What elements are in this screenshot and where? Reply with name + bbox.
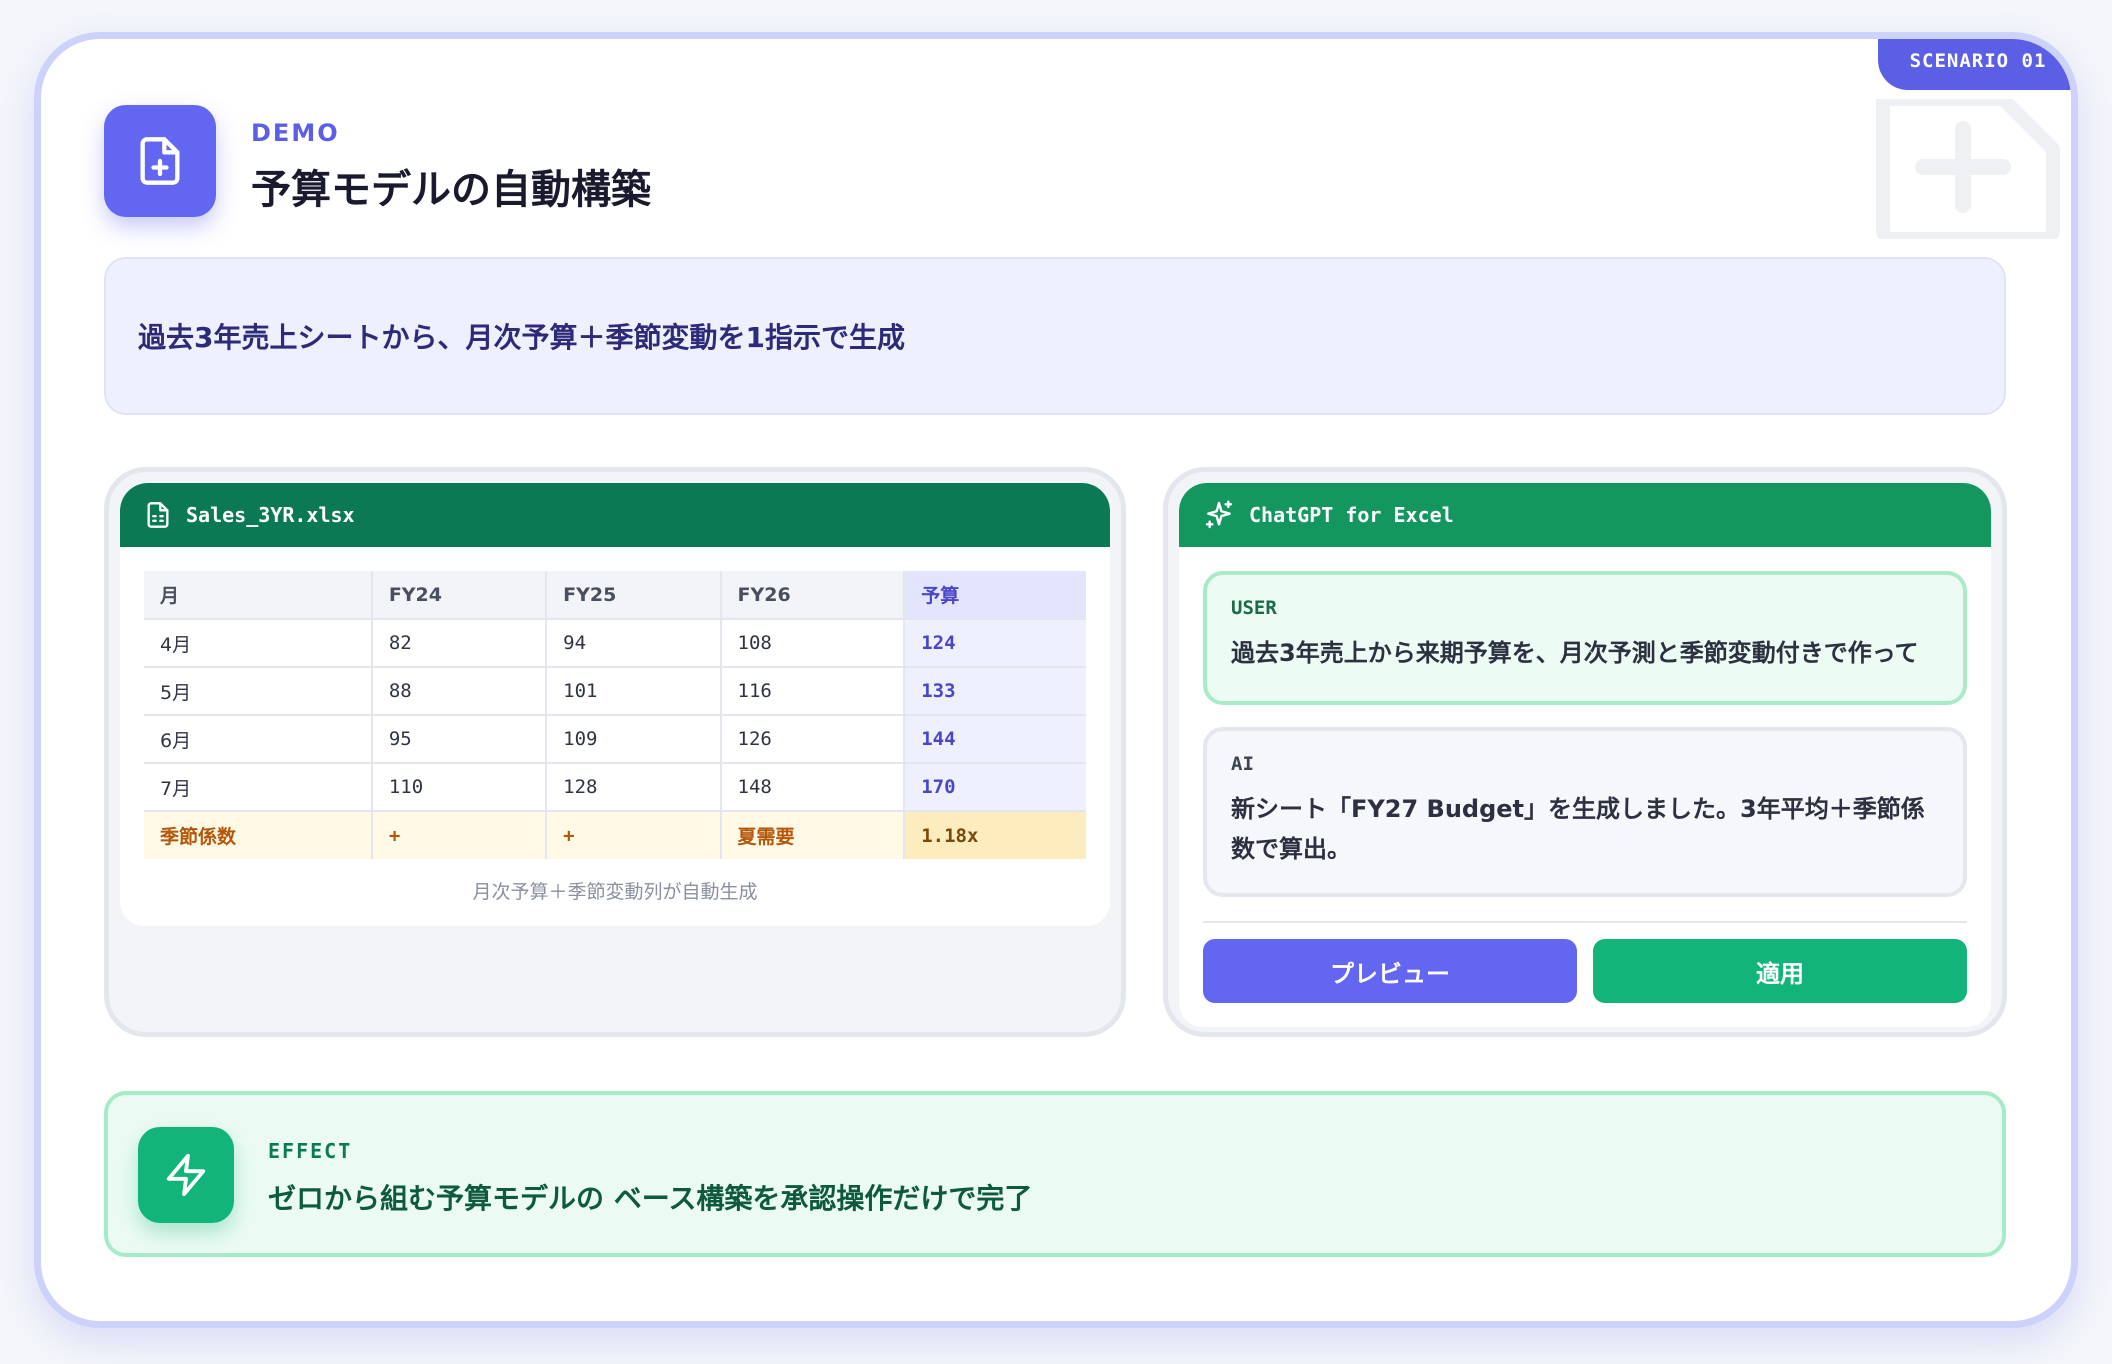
spreadsheet-table: 月 FY24 FY25 FY26 予算 4月 82 94 108 124 5月 … (144, 571, 1086, 859)
table-row: 6月 95 109 126 144 (144, 715, 1086, 764)
table-header-row: 月 FY24 FY25 FY26 予算 (144, 571, 1086, 620)
page-title: 予算モデルの自動構築 (251, 167, 651, 213)
column-header[interactable]: 月 (144, 571, 373, 620)
chat-panel: ChatGPT for Excel USER 過去3年売上から来期予算を、月次予… (1163, 467, 2007, 1037)
eyebrow-label: DEMO (251, 119, 340, 147)
table-row: 4月 82 94 108 124 (144, 619, 1086, 668)
prompt-box: 過去3年売上シートから、月次予算＋季節変動を1指示で生成 (104, 257, 2006, 415)
table-cell[interactable]: 101 (546, 667, 722, 716)
spreadsheet-file-icon (147, 502, 169, 528)
scenario-card: SCENARIO 01 DEMO 予算モデルの自動構築 過去3年売上シートから、… (34, 32, 2078, 1328)
table-cell[interactable]: 6月 (144, 715, 373, 764)
table-cell[interactable]: 109 (546, 715, 722, 764)
table-cell[interactable]: 夏需要 (720, 811, 906, 859)
table-cell[interactable]: 7月 (144, 763, 373, 812)
effect-box: EFFECT ゼロから組む予算モデルの ベース構築を承認操作だけで完了 (104, 1091, 2006, 1257)
user-message: USER 過去3年売上から来期予算を、月次予測と季節変動付きで作って (1203, 571, 1967, 705)
table-cell[interactable]: 82 (371, 619, 548, 668)
lightning-bolt-icon (138, 1127, 234, 1223)
message-role: AI (1231, 753, 1254, 775)
file-plus-icon (104, 105, 216, 217)
scenario-badge: SCENARIO 01 (1878, 39, 2071, 90)
table-cell[interactable]: 116 (720, 667, 906, 716)
preview-button[interactable]: プレビュー (1203, 939, 1577, 1003)
file-plus-watermark-icon (1876, 99, 2060, 239)
table-cell[interactable]: + (546, 811, 722, 859)
spreadsheet-caption: 月次予算＋季節変動列が自動生成 (472, 881, 758, 903)
spreadsheet-header: Sales_3YR.xlsx (120, 483, 1110, 547)
table-cell[interactable]: 4月 (144, 619, 373, 668)
spreadsheet-panel: Sales_3YR.xlsx 月 FY24 FY25 FY26 予算 4月 82 (104, 467, 1126, 1037)
column-header[interactable]: FY24 (371, 571, 548, 620)
table-cell[interactable]: 95 (371, 715, 548, 764)
chat-title: ChatGPT for Excel (1249, 503, 1454, 527)
chat-header: ChatGPT for Excel (1179, 483, 1991, 547)
budget-cell[interactable]: 124 (904, 619, 1086, 668)
column-header-budget[interactable]: 予算 (904, 571, 1086, 620)
column-header[interactable]: FY25 (546, 571, 722, 620)
spreadsheet-file-name: Sales_3YR.xlsx (186, 503, 355, 527)
table-cell[interactable]: 108 (720, 619, 906, 668)
budget-cell[interactable]: 1.18x (904, 811, 1086, 859)
chat-window: ChatGPT for Excel USER 過去3年売上から来期予算を、月次予… (1179, 483, 1991, 1027)
ai-message: AI 新シート「FY27 Budget」を生成しました。3年平均＋季節係数で算出… (1203, 727, 1967, 897)
table-cell[interactable]: 110 (371, 763, 548, 812)
column-header[interactable]: FY26 (720, 571, 906, 620)
season-factor-row: 季節係数 + + 夏需要 1.18x (144, 811, 1086, 859)
effect-label: EFFECT (268, 1139, 353, 1163)
table-cell[interactable]: 128 (546, 763, 722, 812)
budget-cell[interactable]: 170 (904, 763, 1086, 812)
message-text: 過去3年売上から来期予算を、月次予測と季節変動付きで作って (1231, 639, 1919, 667)
sparkles-icon (1205, 500, 1233, 529)
budget-cell[interactable]: 144 (904, 715, 1086, 764)
message-role: USER (1231, 597, 1277, 619)
effect-text: ゼロから組む予算モデルの ベース構築を承認操作だけで完了 (268, 1182, 1033, 1215)
action-buttons: プレビュー 適用 (1203, 939, 1967, 1003)
table-cell[interactable]: 季節係数 (144, 811, 373, 859)
divider (1203, 921, 1967, 923)
budget-cell[interactable]: 133 (904, 667, 1086, 716)
table-cell[interactable]: 94 (546, 619, 722, 668)
apply-button[interactable]: 適用 (1593, 939, 1967, 1003)
table-row: 7月 110 128 148 170 (144, 763, 1086, 812)
chat-body: USER 過去3年売上から来期予算を、月次予測と季節変動付きで作って AI 新シ… (1179, 547, 1991, 1027)
table-cell[interactable]: 126 (720, 715, 906, 764)
table-cell[interactable]: + (371, 811, 548, 859)
table-cell[interactable]: 5月 (144, 667, 373, 716)
table-cell[interactable]: 88 (371, 667, 548, 716)
table-cell[interactable]: 148 (720, 763, 906, 812)
message-text: 新シート「FY27 Budget」を生成しました。3年平均＋季節係数で算出。 (1231, 795, 1925, 863)
prompt-text: 過去3年売上シートから、月次予算＋季節変動を1指示で生成 (138, 321, 905, 354)
spreadsheet-window: Sales_3YR.xlsx 月 FY24 FY25 FY26 予算 4月 82 (120, 483, 1110, 926)
table-row: 5月 88 101 116 133 (144, 667, 1086, 716)
